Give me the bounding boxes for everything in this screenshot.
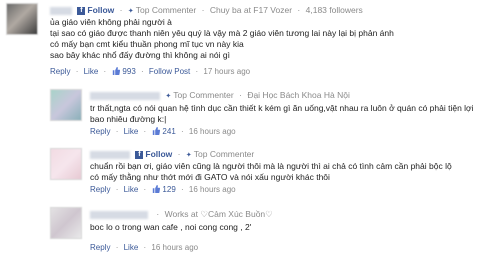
- follower-count: 4,183 followers: [305, 5, 363, 15]
- follow-button[interactable]: Follow: [145, 149, 172, 159]
- separator: ·: [119, 5, 123, 15]
- top-commenter-label: Top Commenter: [135, 5, 197, 15]
- like-link[interactable]: Like: [124, 127, 139, 136]
- reply-link[interactable]: Reply: [90, 185, 110, 194]
- separator: ·: [141, 67, 144, 76]
- star-icon: ✦: [165, 93, 172, 100]
- comment-line: sao bây khác nhổ đấy đường thì không ai …: [50, 50, 230, 60]
- author-org[interactable]: Đại Học Bách Khoa Hà Nội: [247, 90, 350, 100]
- separator: ·: [181, 127, 184, 136]
- like-link[interactable]: Like: [124, 243, 139, 252]
- timestamp[interactable]: 16 hours ago: [189, 127, 236, 136]
- author-name[interactable]: [90, 91, 160, 100]
- separator: ·: [143, 243, 147, 252]
- like-count[interactable]: 241: [162, 127, 175, 136]
- comment-line: tại sao có giáo được thanh niên yêu quý …: [50, 28, 394, 38]
- thumbs-up-icon: [153, 185, 161, 193]
- thumbs-up-icon: [153, 127, 161, 135]
- separator: ·: [115, 243, 119, 252]
- comment-line: bao nhiêu đường k:|: [90, 114, 167, 124]
- separator: ·: [181, 185, 184, 194]
- author-name[interactable]: [50, 6, 72, 15]
- top-commenter-label: Top Commenter: [173, 90, 234, 100]
- author-org[interactable]: ♡Cảm Xúc Buồn♡: [200, 209, 272, 219]
- comment-actions: Reply · Like · 993 · Follow Post · 17 ho…: [50, 67, 250, 76]
- comment-actions: Reply · Like · 16 hours ago: [90, 243, 198, 252]
- avatar[interactable]: [50, 148, 82, 180]
- comment-line: tr thất,ngta có nói quan hệ tình dục cần…: [90, 103, 474, 113]
- comment-text: ủa giáo viên không phải người à tại sao …: [50, 17, 394, 61]
- works-at-label: Works at: [164, 209, 198, 219]
- separator: ·: [297, 5, 301, 15]
- author-name[interactable]: [90, 210, 148, 219]
- comment-text: chuẩn rồi bạn ơi, giáo viên cũng là ngườ…: [90, 161, 452, 183]
- comment-line: có mấy thằng như thớt mới đi GATO và nói…: [90, 172, 330, 182]
- comment-text: tr thất,ngta có nói quan hệ tình dục cần…: [90, 103, 474, 125]
- comment-line: ủa giáo viên không phải người à: [50, 17, 172, 27]
- comment-header: ✦ Top Commenter · Đại Học Bách Khoa Hà Nộ…: [90, 90, 350, 100]
- separator: ·: [201, 5, 205, 15]
- avatar[interactable]: [50, 207, 82, 239]
- comment-header: f Follow · ✦ Top Commenter: [90, 149, 254, 159]
- comment-header: · Works at ♡Cảm Xúc Buồn♡: [90, 209, 273, 220]
- star-icon: ✦: [185, 152, 192, 159]
- avatar[interactable]: [50, 89, 82, 121]
- separator: ·: [143, 185, 147, 194]
- separator: ·: [115, 185, 119, 194]
- like-link[interactable]: Like: [84, 67, 99, 76]
- comment-actions: Reply · Like · 129 · 16 hours ago: [90, 185, 236, 194]
- reply-link[interactable]: Reply: [90, 127, 110, 136]
- follow-post-link[interactable]: Follow Post: [149, 67, 190, 76]
- thumbs-up-icon: [113, 67, 121, 75]
- author-name[interactable]: [90, 150, 130, 159]
- separator: ·: [156, 209, 160, 219]
- separator: ·: [177, 149, 181, 159]
- like-link[interactable]: Like: [124, 185, 139, 194]
- separator: ·: [115, 127, 119, 136]
- author-org[interactable]: Chuy ba at F17 Vozer: [210, 5, 292, 15]
- separator: ·: [103, 67, 107, 76]
- separator: ·: [75, 67, 79, 76]
- follow-icon: f: [135, 150, 144, 159]
- separator: ·: [239, 90, 242, 100]
- comment-header: f Follow · ✦ Top Commenter · Chuy ba at F1…: [50, 5, 363, 15]
- separator: ·: [195, 67, 199, 76]
- top-commenter-label: Top Commenter: [193, 149, 255, 159]
- follow-button[interactable]: Follow: [87, 5, 114, 15]
- like-count[interactable]: 129: [162, 185, 175, 194]
- comment-actions: Reply · Like · 241 · 16 hours ago: [90, 127, 236, 136]
- timestamp[interactable]: 16 hours ago: [151, 243, 198, 252]
- timestamp[interactable]: 17 hours ago: [203, 67, 250, 76]
- like-count[interactable]: 993: [122, 67, 135, 76]
- separator: ·: [143, 127, 147, 136]
- reply-link[interactable]: Reply: [90, 243, 110, 252]
- reply-link[interactable]: Reply: [50, 67, 70, 76]
- follow-icon: f: [77, 6, 86, 15]
- comment-line: có mấy bạn cmt kiểu thuần phong mĩ tục v…: [50, 39, 244, 49]
- comment-line: chuẩn rồi bạn ơi, giáo viên cũng là ngườ…: [90, 161, 452, 171]
- comment-text: boc lo o trong wan cafe , noi cong cong …: [90, 222, 251, 233]
- timestamp[interactable]: 16 hours ago: [189, 185, 236, 194]
- star-icon: ✦: [127, 8, 134, 15]
- comment-line: boc lo o trong wan cafe , noi cong cong …: [90, 222, 252, 232]
- avatar[interactable]: [6, 3, 38, 35]
